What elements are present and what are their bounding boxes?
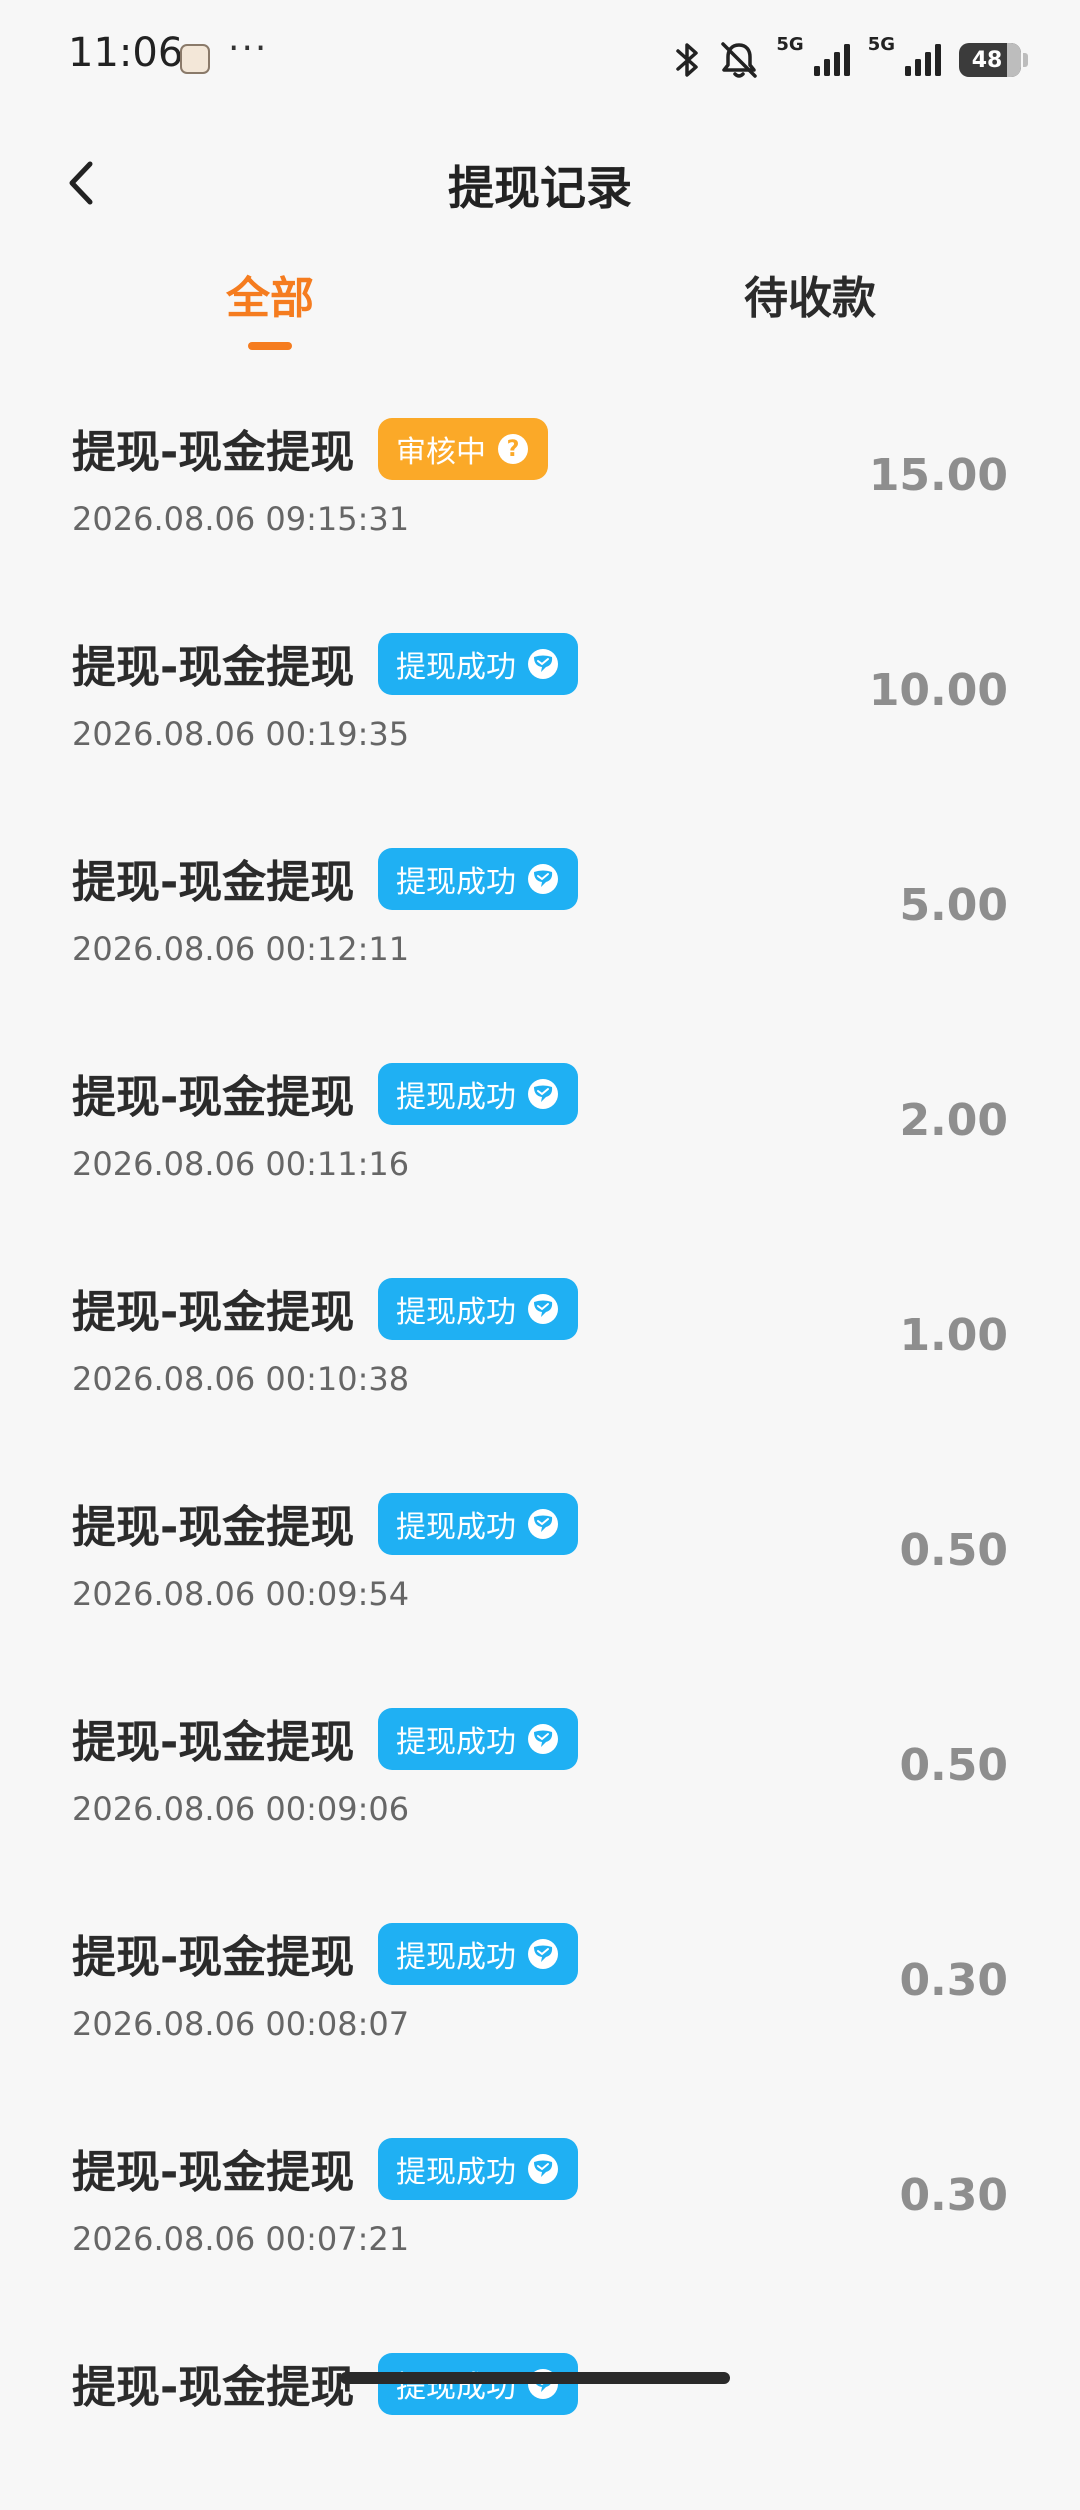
list-item[interactable]: 提现-现金提现 提现成功 2026.08.06 00:12:11 5.00 bbox=[0, 790, 1080, 1005]
status-time: 11:06 bbox=[68, 30, 184, 76]
chat-bubble-icon bbox=[528, 1294, 558, 1324]
record-amount: 0.50 bbox=[899, 1740, 1008, 1791]
status-badge-label: 提现成功 bbox=[396, 650, 516, 685]
tab-pending[interactable]: 待收款 bbox=[670, 262, 950, 326]
list-item[interactable]: 提现-现金提现 提现成功 2026.08.06 00:11:16 2.00 bbox=[0, 1005, 1080, 1220]
record-amount: 0.50 bbox=[899, 1525, 1008, 1576]
record-title: 提现-现金提现 bbox=[72, 857, 355, 908]
status-badge-label: 提现成功 bbox=[396, 1510, 516, 1545]
status-badge: 提现成功 bbox=[378, 2138, 578, 2200]
record-time: 2026.08.06 00:09:54 bbox=[72, 1575, 410, 1613]
record-time: 2026.08.06 00:19:35 bbox=[72, 715, 410, 753]
record-time: 2026.08.06 00:07:21 bbox=[72, 2220, 410, 2258]
list-item[interactable]: 提现-现金提现 提现成功 2026.08.06 00:10:38 1.00 bbox=[0, 1220, 1080, 1435]
record-amount: 10.00 bbox=[868, 665, 1008, 716]
battery-tip bbox=[1023, 53, 1028, 67]
chat-bubble-icon bbox=[528, 1509, 558, 1539]
list-item[interactable]: 提现-现金提现 提现成功 bbox=[0, 2295, 1080, 2510]
status-badge-label: 提现成功 bbox=[396, 2370, 516, 2405]
chat-bubble-icon bbox=[528, 2154, 558, 2184]
status-badge: 提现成功 bbox=[378, 2353, 578, 2415]
status-badge[interactable]: 审核中 ? bbox=[378, 418, 548, 480]
record-amount: 2.00 bbox=[899, 1095, 1008, 1146]
list-item[interactable]: 提现-现金提现 提现成功 2026.08.06 00:08:07 0.30 bbox=[0, 1865, 1080, 2080]
home-indicator[interactable] bbox=[340, 2372, 730, 2384]
chat-bubble-icon bbox=[528, 1724, 558, 1754]
record-title: 提现-现金提现 bbox=[72, 1717, 355, 1768]
chat-bubble-icon bbox=[528, 864, 558, 894]
active-tab-indicator bbox=[248, 342, 292, 350]
signal-icon-2 bbox=[905, 44, 941, 76]
battery-icon: 48 bbox=[959, 43, 1021, 77]
network-type-label-2: 5G bbox=[867, 34, 895, 55]
record-amount: 0.30 bbox=[899, 1955, 1008, 2006]
status-badge-label: 提现成功 bbox=[396, 1940, 516, 1975]
status-badge-label: 提现成功 bbox=[396, 1080, 516, 1115]
record-amount: 5.00 bbox=[899, 880, 1008, 931]
status-badge: 提现成功 bbox=[378, 848, 578, 910]
more-notifications-icon: ··· bbox=[228, 28, 269, 69]
record-amount: 15.00 bbox=[868, 450, 1008, 501]
status-badge: 提现成功 bbox=[378, 633, 578, 695]
record-time: 2026.08.06 00:08:07 bbox=[72, 2005, 410, 2043]
record-time: 2026.08.06 09:15:31 bbox=[72, 500, 410, 538]
tab-bar: 全部 待收款 bbox=[0, 262, 1080, 362]
bluetooth-icon bbox=[676, 43, 699, 77]
list-item[interactable]: 提现-现金提现 提现成功 2026.08.06 00:07:21 0.30 bbox=[0, 2080, 1080, 2295]
signal-icon bbox=[813, 44, 850, 76]
withdrawal-record-list: 提现-现金提现 审核中 ? 2026.08.06 09:15:31 15.00 … bbox=[0, 360, 1080, 2510]
status-badge-label: 提现成功 bbox=[396, 1295, 516, 1330]
status-badge-label: 审核中 bbox=[396, 435, 486, 470]
list-item[interactable]: 提现-现金提现 提现成功 2026.08.06 00:19:35 10.00 bbox=[0, 575, 1080, 790]
record-amount: 0.30 bbox=[899, 2170, 1008, 2221]
record-title: 提现-现金提现 bbox=[72, 1502, 355, 1553]
status-icons: 5G 5G 48 bbox=[672, 36, 1028, 84]
status-badge: 提现成功 bbox=[378, 1708, 578, 1770]
chat-bubble-icon bbox=[528, 1079, 558, 1109]
network-type-label: 5G bbox=[776, 34, 804, 55]
battery-level: 48 bbox=[971, 47, 1003, 73]
question-icon: ? bbox=[498, 434, 528, 464]
status-badge-label: 提现成功 bbox=[396, 1725, 516, 1760]
bell-off-icon bbox=[721, 42, 758, 78]
status-badge: 提现成功 bbox=[378, 1493, 578, 1555]
status-bar: 11:06 ··· 5G 5G 48 bbox=[0, 0, 1080, 120]
record-time: 2026.08.06 00:09:06 bbox=[72, 1790, 410, 1828]
tab-all[interactable]: 全部 bbox=[130, 262, 410, 326]
app-notification-icon bbox=[180, 44, 210, 74]
page-title: 提现记录 bbox=[448, 161, 632, 215]
chat-bubble-icon bbox=[528, 649, 558, 679]
record-title: 提现-现金提现 bbox=[72, 642, 355, 693]
status-badge: 提现成功 bbox=[378, 1923, 578, 1985]
record-title: 提现-现金提现 bbox=[72, 1287, 355, 1338]
record-title: 提现-现金提现 bbox=[72, 2362, 355, 2413]
list-item[interactable]: 提现-现金提现 审核中 ? 2026.08.06 09:15:31 15.00 bbox=[0, 360, 1080, 575]
status-badge-label: 提现成功 bbox=[396, 865, 516, 900]
status-badge: 提现成功 bbox=[378, 1063, 578, 1125]
list-item[interactable]: 提现-现金提现 提现成功 2026.08.06 00:09:06 0.50 bbox=[0, 1650, 1080, 1865]
status-badge-label: 提现成功 bbox=[396, 2155, 516, 2190]
record-title: 提现-现金提现 bbox=[72, 427, 355, 478]
record-time: 2026.08.06 00:11:16 bbox=[72, 1145, 410, 1183]
record-time: 2026.08.06 00:10:38 bbox=[72, 1360, 410, 1398]
chat-bubble-icon bbox=[528, 1939, 558, 1969]
record-title: 提现-现金提现 bbox=[72, 1072, 355, 1123]
list-item[interactable]: 提现-现金提现 提现成功 2026.08.06 00:09:54 0.50 bbox=[0, 1435, 1080, 1650]
record-amount: 1.00 bbox=[899, 1310, 1008, 1361]
record-title: 提现-现金提现 bbox=[72, 2147, 355, 2198]
status-badge: 提现成功 bbox=[378, 1278, 578, 1340]
record-title: 提现-现金提现 bbox=[72, 1932, 355, 1983]
record-time: 2026.08.06 00:12:11 bbox=[72, 930, 410, 968]
